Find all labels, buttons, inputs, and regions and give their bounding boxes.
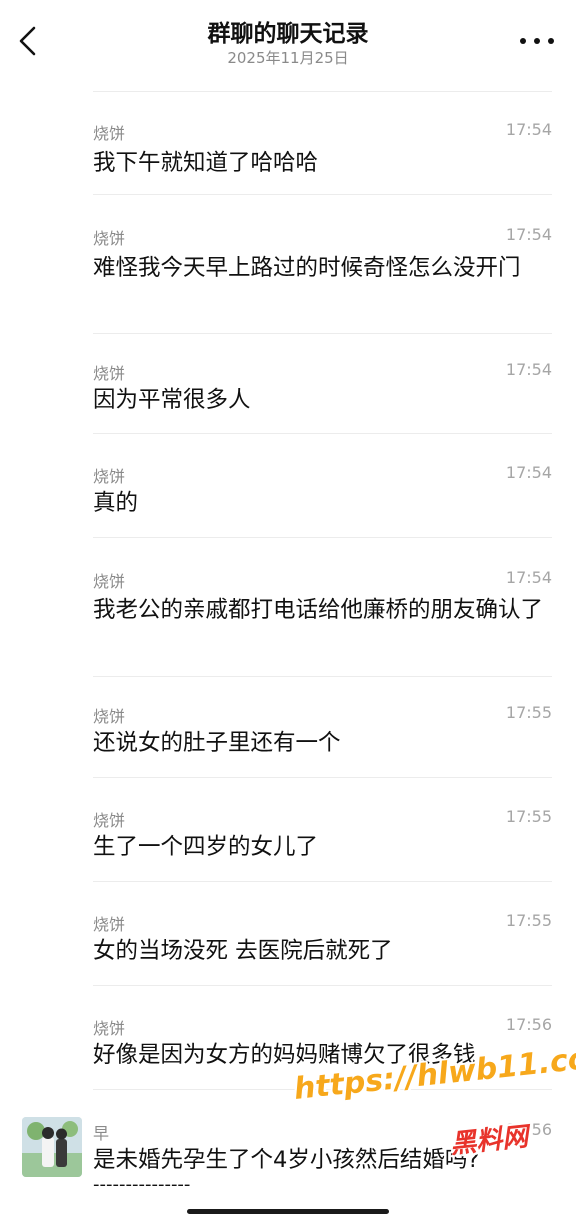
page-date: 2025年11月25日 [227, 49, 349, 67]
message-sender: 烧饼 [93, 811, 126, 830]
truncation-dashes: --------------- [93, 1174, 191, 1195]
divider [93, 194, 552, 195]
divider [93, 676, 552, 677]
message-sender: 烧饼 [93, 1019, 126, 1038]
message-time: 17:54 [505, 568, 552, 587]
message-time: 17:56 [505, 1015, 552, 1034]
message-text: 难怪我今天早上路过的时候奇怪怎么没开门 [93, 255, 521, 281]
divider [93, 91, 552, 92]
message-sender: 烧饼 [93, 915, 126, 934]
message-sender: 烧饼 [93, 229, 126, 248]
message-text: 我老公的亲戚都打电话给他廉桥的朋友确认了 [93, 597, 544, 623]
message-sender: 烧饼 [93, 707, 126, 726]
message-text: 是未婚先孕生了个4岁小孩然后结婚吗? [93, 1147, 480, 1173]
message-text: 女的当场没死 去医院后就死了 [93, 938, 393, 964]
message-sender: 烧饼 [93, 467, 126, 486]
message-text: 还说女的肚子里还有一个 [93, 730, 341, 756]
home-indicator[interactable] [187, 1209, 389, 1214]
divider [93, 777, 552, 778]
header-bar: 群聊的聊天记录 2025年11月25日 [0, 0, 576, 84]
message-text: 我下午就知道了哈哈哈 [93, 150, 319, 176]
divider [93, 881, 552, 882]
divider [93, 433, 552, 434]
divider [93, 333, 552, 334]
message-time: 17:56 [505, 1120, 552, 1139]
message-text: 生了一个四岁的女儿了 [93, 834, 319, 860]
more-horizontal-icon [520, 38, 526, 44]
more-button[interactable] [520, 30, 554, 52]
divider [93, 537, 552, 538]
message-time: 17:54 [505, 120, 552, 139]
message-text: 真的 [93, 490, 139, 516]
message-time: 17:55 [505, 911, 552, 930]
page-title: 群聊的聊天记录 [207, 21, 369, 47]
message-time: 17:55 [505, 703, 552, 722]
message-sender: 早 [93, 1124, 110, 1143]
divider [93, 985, 552, 986]
message-sender: 烧饼 [93, 124, 126, 143]
message-time: 17:55 [505, 807, 552, 826]
avatar-image-icon [22, 1117, 82, 1177]
avatar[interactable] [22, 1117, 82, 1177]
message-sender: 烧饼 [93, 364, 126, 383]
message-sender: 烧饼 [93, 572, 126, 591]
message-time: 17:54 [505, 463, 552, 482]
message-time: 17:54 [505, 360, 552, 379]
divider [93, 1089, 552, 1090]
message-time: 17:54 [505, 225, 552, 244]
message-text: 因为平常很多人 [93, 387, 251, 413]
message-text: 好像是因为女方的妈妈赌博欠了很多钱 [93, 1042, 476, 1068]
